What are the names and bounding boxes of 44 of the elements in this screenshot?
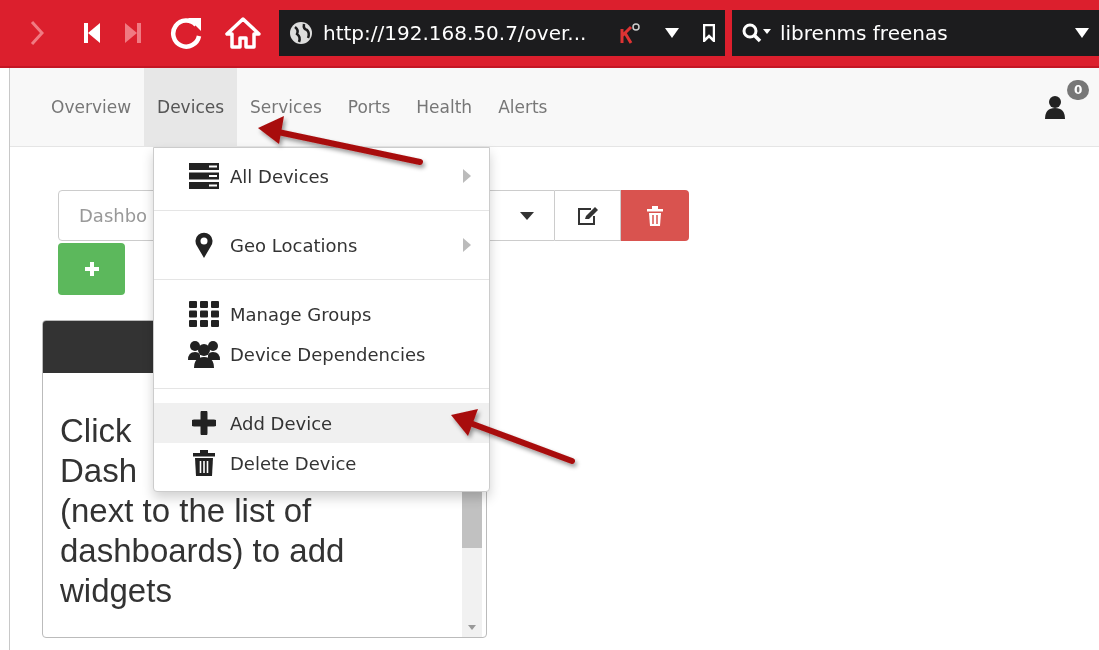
search-icon[interactable] (742, 23, 772, 43)
address-bar[interactable]: http://192.168.50.7/over... (279, 10, 725, 56)
notification-badge: 0 (1067, 80, 1090, 100)
map-pin-icon (195, 232, 213, 258)
menu-item[interactable]: Delete Device (154, 443, 489, 483)
menu-item[interactable]: Geo Locations (154, 225, 489, 265)
trash-icon (647, 205, 663, 226)
plus-icon (83, 261, 100, 277)
menu-item[interactable]: Manage Groups (154, 294, 489, 334)
server-rack-icon (189, 163, 219, 189)
search-text: librenms freenas (780, 21, 948, 45)
connection-icon (619, 21, 643, 45)
caret-icon (520, 211, 534, 220)
grid-icon (189, 301, 219, 327)
edit-button[interactable] (555, 190, 621, 241)
widget-text: widgets (60, 571, 172, 611)
reload-icon[interactable] (169, 16, 203, 50)
widget-text: Dash (60, 451, 138, 491)
edit-icon (576, 205, 599, 226)
trash-icon (193, 450, 215, 476)
widget-text: Click (60, 411, 132, 451)
nav-tab[interactable]: Devices (144, 68, 238, 146)
nav-tab[interactable]: Alerts (485, 68, 561, 146)
globe-icon (289, 21, 313, 45)
menu-item[interactable]: Device Dependencies (154, 334, 489, 374)
menu-item[interactable]: Add Device (154, 403, 489, 443)
nav-tab[interactable]: Services (237, 68, 335, 146)
skip-back-icon[interactable] (84, 23, 100, 43)
nav-tab[interactable]: Ports (334, 68, 404, 146)
group-icon (188, 340, 220, 368)
dropdown-icon[interactable] (1075, 28, 1089, 38)
delete-button[interactable] (621, 190, 689, 241)
bookmark-icon[interactable] (703, 24, 715, 42)
home-icon[interactable] (225, 17, 261, 49)
widget-text: (next to the list of (60, 491, 312, 531)
dropdown-icon[interactable] (665, 28, 679, 38)
search-field[interactable]: librenms freenas (732, 10, 1099, 56)
widget-text: dashboards) to add (60, 531, 345, 571)
nav-tab[interactable]: Health (403, 68, 486, 146)
nav-tab[interactable]: Overview (38, 68, 145, 146)
plus-icon (192, 411, 216, 435)
menu-item[interactable]: All Devices (154, 156, 489, 196)
url-text: http://192.168.50.7/over... (323, 21, 587, 45)
user-icon[interactable] (1045, 95, 1065, 119)
